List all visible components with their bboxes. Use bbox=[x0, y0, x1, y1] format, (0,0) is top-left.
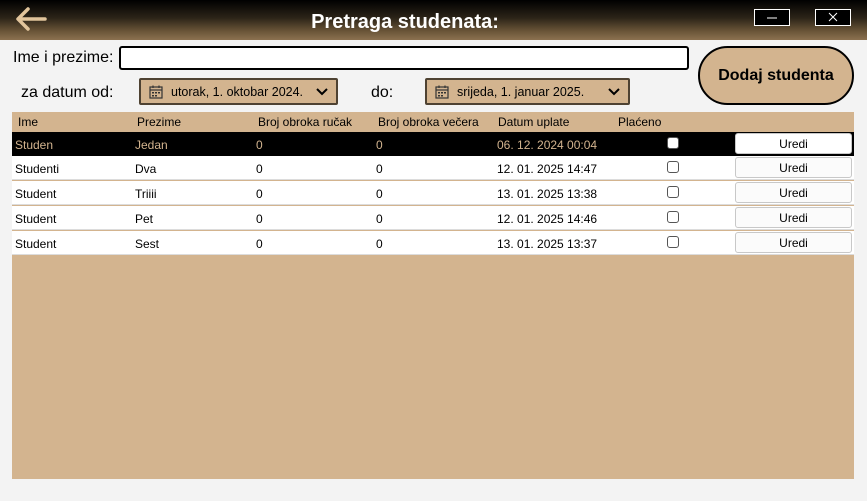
table-row[interactable]: Student Triiii 0 0 13. 01. 2025 13:38 Ur… bbox=[12, 181, 854, 205]
cell-ime: Student bbox=[15, 187, 57, 201]
chevron-down-icon bbox=[608, 87, 620, 95]
edit-button[interactable]: Uredi bbox=[735, 232, 852, 253]
cell-prezime: Jedan bbox=[135, 138, 168, 152]
cell-ime: Studen bbox=[15, 138, 54, 152]
cell-datum: 12. 01. 2025 14:47 bbox=[497, 162, 598, 176]
cell-ime: Studenti bbox=[15, 162, 60, 176]
column-header-prezime[interactable]: Prezime bbox=[137, 115, 181, 129]
cell-datum: 06. 12. 2024 00:04 bbox=[497, 138, 598, 152]
edit-button[interactable]: Uredi bbox=[735, 133, 852, 154]
date-to-label: do: bbox=[371, 84, 394, 101]
cell-ime: Student bbox=[15, 212, 57, 226]
close-button[interactable] bbox=[815, 9, 851, 26]
minimize-button[interactable] bbox=[754, 9, 790, 26]
edit-button[interactable]: Uredi bbox=[735, 182, 852, 203]
cell-rucak: 0 bbox=[256, 162, 263, 176]
table-row[interactable]: Student Sest 0 0 13. 01. 2025 13:37 Ured… bbox=[12, 231, 854, 255]
table-header: Ime Prezime Broj obroka ručak Broj obrok… bbox=[12, 112, 854, 131]
cell-rucak: 0 bbox=[256, 187, 263, 201]
placeno-checkbox[interactable] bbox=[667, 186, 679, 198]
cell-rucak: 0 bbox=[256, 237, 263, 251]
cell-vecera: 0 bbox=[376, 138, 383, 152]
column-header-rucak[interactable]: Broj obroka ručak bbox=[258, 115, 352, 129]
date-to-picker[interactable]: srijeda, 1. januar 2025. bbox=[425, 78, 630, 105]
name-label: Ime i prezime: bbox=[13, 49, 114, 66]
cell-vecera: 0 bbox=[376, 162, 383, 176]
table-row[interactable]: Studenti Dva 0 0 12. 01. 2025 14:47 Ured… bbox=[12, 156, 854, 180]
date-to-value: srijeda, 1. januar 2025. bbox=[457, 84, 585, 99]
date-from-label: za datum od: bbox=[21, 84, 114, 101]
add-student-button[interactable]: Dodaj studenta bbox=[698, 46, 854, 105]
calendar-icon bbox=[435, 85, 449, 99]
placeno-checkbox[interactable] bbox=[667, 236, 679, 248]
table-row[interactable]: Studen Jedan 0 0 06. 12. 2024 00:04 Ured… bbox=[12, 132, 854, 156]
chevron-down-icon bbox=[316, 87, 328, 95]
cell-vecera: 0 bbox=[376, 237, 383, 251]
cell-prezime: Triiii bbox=[135, 187, 157, 201]
close-icon bbox=[828, 12, 838, 22]
cell-datum: 13. 01. 2025 13:38 bbox=[497, 187, 598, 201]
column-header-placeno[interactable]: Plaćeno bbox=[618, 115, 661, 129]
cell-prezime: Dva bbox=[135, 162, 157, 176]
cell-rucak: 0 bbox=[256, 138, 263, 152]
edit-button[interactable]: Uredi bbox=[735, 207, 852, 228]
cell-datum: 12. 01. 2025 14:46 bbox=[497, 212, 598, 226]
edit-button[interactable]: Uredi bbox=[735, 157, 852, 178]
cell-prezime: Sest bbox=[135, 237, 160, 251]
column-header-vecera[interactable]: Broj obroka večera bbox=[378, 115, 479, 129]
calendar-icon bbox=[149, 85, 163, 99]
placeno-checkbox[interactable] bbox=[667, 161, 679, 173]
date-from-picker[interactable]: utorak, 1. oktobar 2024. bbox=[139, 78, 338, 105]
table-row[interactable]: Student Pet 0 0 12. 01. 2025 14:46 Uredi bbox=[12, 206, 854, 230]
cell-ime: Student bbox=[15, 237, 57, 251]
column-header-datum[interactable]: Datum uplate bbox=[498, 115, 569, 129]
placeno-checkbox[interactable] bbox=[667, 211, 679, 223]
cell-vecera: 0 bbox=[376, 212, 383, 226]
minimize-icon bbox=[767, 17, 777, 19]
cell-prezime: Pet bbox=[135, 212, 154, 226]
placeno-checkbox[interactable] bbox=[667, 137, 679, 149]
cell-datum: 13. 01. 2025 13:37 bbox=[497, 237, 598, 251]
cell-vecera: 0 bbox=[376, 187, 383, 201]
cell-rucak: 0 bbox=[256, 212, 263, 226]
column-header-ime[interactable]: Ime bbox=[18, 115, 38, 129]
date-from-value: utorak, 1. oktobar 2024. bbox=[171, 84, 304, 99]
title-bar: Pretraga studenata: bbox=[0, 0, 867, 40]
window-title: Pretraga studenata: bbox=[311, 11, 499, 33]
students-table: Ime Prezime Broj obroka ručak Broj obrok… bbox=[12, 112, 854, 479]
name-search-input[interactable] bbox=[119, 46, 689, 70]
